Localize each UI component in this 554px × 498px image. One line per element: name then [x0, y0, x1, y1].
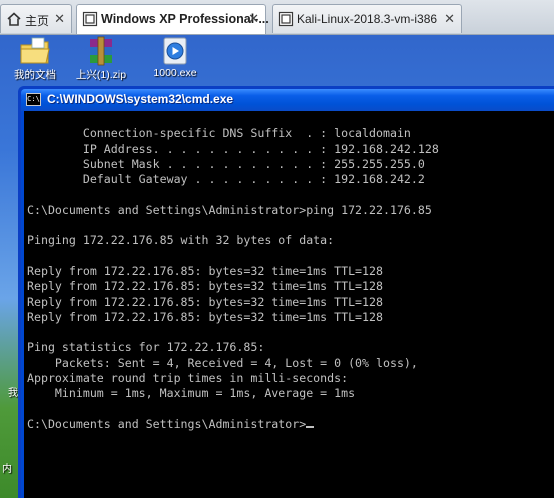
tab-label: 主页 [25, 14, 50, 28]
tab-home[interactable]: 主页 ✕ [0, 4, 72, 33]
console-line: Reply from 172.22.176.85: bytes=32 time=… [27, 294, 383, 309]
folder-icon [20, 37, 50, 64]
console-line: Approximate round trip times in milli-se… [27, 371, 349, 386]
cmd-window[interactable]: C:\ C:\WINDOWS\system32\cmd.exe Connecti… [18, 86, 554, 498]
desktop-edge-label: 我 [8, 388, 18, 399]
console-line: Ping statistics for 172.22.176.85: [27, 340, 265, 355]
home-icon [7, 12, 21, 26]
tab-kali-linux[interactable]: Kali-Linux-2018.3-vm-i386 ✕ [272, 4, 462, 33]
close-icon[interactable]: ✕ [248, 11, 259, 27]
console-line: Pinging 172.22.176.85 with 32 bytes of d… [27, 233, 335, 248]
cmd-title-bar[interactable]: C:\ C:\WINDOWS\system32\cmd.exe [21, 89, 554, 111]
vm-icon [82, 11, 98, 27]
tab-label: Kali-Linux-2018.3-vm-i386 [297, 12, 438, 26]
tab-windows-xp[interactable]: Windows XP Professional-... ✕ [76, 4, 269, 34]
console-line: IP Address. . . . . . . . . . . . : 192.… [27, 141, 439, 156]
desktop-icon-label: 上兴(1).zip [75, 69, 127, 81]
console-line: C:\Documents and Settings\Administrator>… [27, 202, 432, 217]
cmd-app-icon[interactable]: C:\ [26, 93, 41, 106]
console-line: C:\Documents and Settings\Administrator> [27, 417, 554, 432]
close-icon[interactable]: ✕ [444, 11, 455, 27]
console-line: Connection-specific DNS Suffix . : local… [27, 126, 411, 141]
desktop-icon-label: 1000.exe [153, 67, 197, 79]
vm-icon [278, 11, 294, 27]
media-player-icon [163, 37, 187, 65]
close-icon[interactable]: ✕ [54, 11, 65, 27]
zip-archive-icon [90, 36, 112, 66]
desktop-edge-label: 内 [2, 464, 12, 475]
console-line: Subnet Mask . . . . . . . . . . . : 255.… [27, 156, 425, 171]
console-output[interactable]: Connection-specific DNS Suffix . : local… [24, 111, 554, 498]
cmd-window-title: C:\WINDOWS\system32\cmd.exe [47, 92, 234, 106]
desktop-icon-exe[interactable]: 1000.exe [140, 36, 210, 82]
desktop-icon-my-documents[interactable]: 我的文档 [0, 36, 70, 82]
console-line: Reply from 172.22.176.85: bytes=32 time=… [27, 309, 383, 324]
console-line: Minimum = 1ms, Maximum = 1ms, Average = … [27, 386, 356, 401]
desktop-icon-label: 我的文档 [14, 69, 56, 81]
console-line: Packets: Sent = 4, Received = 4, Lost = … [27, 355, 418, 370]
text-cursor [306, 425, 315, 428]
host-tab-bar: 主页 ✕ Windows XP Professional-... ✕ Kali-… [0, 0, 554, 35]
tab-label: Windows XP Professional-... [101, 12, 269, 26]
desktop-icon-zip[interactable]: 上兴(1).zip [66, 36, 136, 82]
console-line: Default Gateway . . . . . . . . . : 192.… [27, 172, 425, 187]
console-line: Reply from 172.22.176.85: bytes=32 time=… [27, 279, 383, 294]
console-line: Reply from 172.22.176.85: bytes=32 time=… [27, 263, 383, 278]
